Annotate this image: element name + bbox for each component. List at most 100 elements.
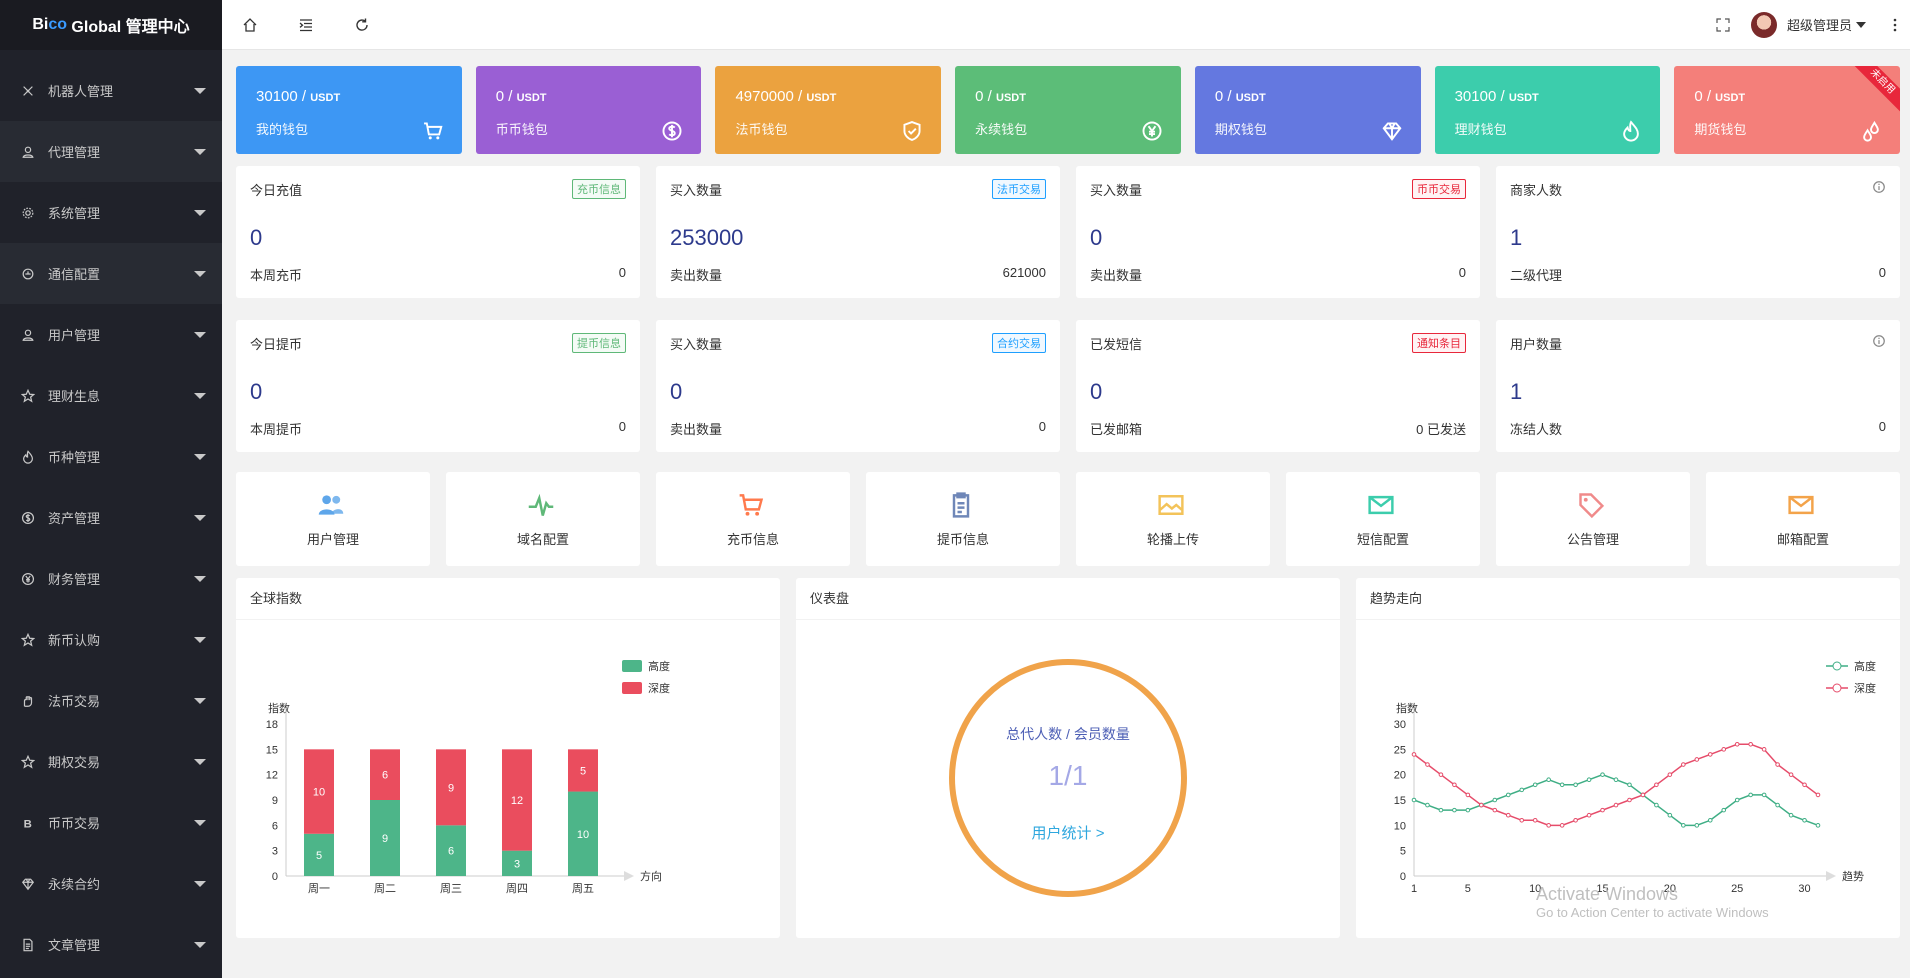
data-point[interactable] <box>1654 782 1659 788</box>
wallet-card[interactable]: 0 / USDT 永续钱包 <box>955 66 1181 154</box>
data-point[interactable] <box>1681 762 1686 767</box>
data-point[interactable] <box>1815 823 1821 828</box>
sidebar-item[interactable]: 期权交易 <box>0 731 222 792</box>
data-point[interactable] <box>1559 823 1565 828</box>
stat-badge[interactable]: 通知条目 <box>1412 333 1466 353</box>
sidebar-item[interactable]: 永续合约 <box>0 853 222 914</box>
data-point[interactable] <box>1775 762 1780 767</box>
data-point[interactable] <box>1600 772 1605 777</box>
data-point[interactable] <box>1775 802 1780 808</box>
data-point[interactable] <box>1600 807 1605 813</box>
series-line[interactable] <box>1413 743 1819 827</box>
data-point[interactable] <box>1573 817 1578 823</box>
data-point[interactable] <box>1802 817 1807 823</box>
data-point[interactable] <box>1452 807 1457 813</box>
stat-badge[interactable]: 合约交易 <box>992 333 1046 353</box>
wallet-card[interactable]: 0 / USDT 期货钱包 未启用 <box>1674 66 1901 154</box>
sidebar-item[interactable]: 代理管理 <box>0 121 222 182</box>
data-point[interactable] <box>1452 782 1457 788</box>
data-point[interactable] <box>1721 807 1727 813</box>
data-point[interactable] <box>1438 807 1444 813</box>
data-point[interactable] <box>1505 792 1511 798</box>
user-stats-link[interactable]: 用户统计 > <box>1032 822 1105 843</box>
sidebar-item[interactable]: 文章管理 <box>0 914 222 975</box>
refresh-button[interactable] <box>334 0 390 50</box>
sidebar-item[interactable]: 资产管理 <box>0 487 222 548</box>
data-point[interactable] <box>1654 802 1659 808</box>
sidebar-item[interactable]: 新币认购 <box>0 609 222 670</box>
data-point[interactable] <box>1492 807 1498 813</box>
data-point[interactable] <box>1761 792 1767 798</box>
data-point[interactable] <box>1411 797 1417 803</box>
avatar[interactable] <box>1750 11 1777 38</box>
fullscreen-button[interactable] <box>1695 0 1751 50</box>
data-point[interactable] <box>1721 747 1727 752</box>
data-point[interactable] <box>1492 797 1498 803</box>
data-point[interactable] <box>1667 772 1673 777</box>
data-point[interactable] <box>1734 797 1740 803</box>
data-point[interactable] <box>1761 747 1767 752</box>
stat-badge[interactable]: 提币信息 <box>572 333 626 353</box>
data-point[interactable] <box>1425 802 1430 808</box>
quick-entry[interactable]: 提币信息 <box>866 472 1060 566</box>
data-point[interactable] <box>1559 782 1565 788</box>
sidebar-item[interactable]: 用户管理 <box>0 304 222 365</box>
data-point[interactable] <box>1438 772 1444 777</box>
data-point[interactable] <box>1748 741 1753 747</box>
sidebar-item[interactable]: B 币币交易 <box>0 792 222 853</box>
data-point[interactable] <box>1788 772 1794 777</box>
data-point[interactable] <box>1627 797 1632 803</box>
sidebar-item[interactable]: 财务管理 <box>0 548 222 609</box>
data-point[interactable] <box>1546 823 1551 828</box>
quick-entry[interactable]: 用户管理 <box>236 472 430 566</box>
data-point[interactable] <box>1613 777 1619 783</box>
quick-entry[interactable]: 公告管理 <box>1496 472 1690 566</box>
sidebar-item[interactable]: 币种管理 <box>0 426 222 487</box>
data-point[interactable] <box>1546 777 1551 783</box>
data-point[interactable] <box>1573 782 1578 788</box>
data-point[interactable] <box>1802 782 1807 788</box>
data-point[interactable] <box>1479 802 1484 808</box>
data-point[interactable] <box>1707 752 1713 757</box>
data-point[interactable] <box>1465 792 1471 798</box>
data-point[interactable] <box>1694 757 1700 762</box>
quick-entry[interactable]: 邮箱配置 <box>1706 472 1900 566</box>
data-point[interactable] <box>1748 792 1753 798</box>
home-button[interactable] <box>222 0 278 50</box>
data-point[interactable] <box>1788 812 1794 818</box>
wallet-card[interactable]: 30100 / USDT 我的钱包 <box>236 66 462 154</box>
quick-entry[interactable]: 域名配置 <box>446 472 640 566</box>
stat-badge[interactable]: 币币交易 <box>1412 179 1466 199</box>
stat-badge[interactable]: 法币交易 <box>992 179 1046 199</box>
data-point[interactable] <box>1681 823 1686 828</box>
quick-entry[interactable]: 轮播上传 <box>1076 472 1270 566</box>
quick-entry[interactable]: 充币信息 <box>656 472 850 566</box>
data-point[interactable] <box>1586 777 1592 783</box>
legend-swatch[interactable] <box>622 682 642 694</box>
sidebar-item[interactable]: 理财生息 <box>0 365 222 426</box>
data-point[interactable] <box>1465 807 1471 813</box>
data-point[interactable] <box>1613 802 1619 808</box>
data-point[interactable] <box>1532 817 1538 823</box>
sidebar-item[interactable]: 法币交易 <box>0 670 222 731</box>
data-point[interactable] <box>1505 812 1511 818</box>
sidebar-item[interactable]: 系统管理 <box>0 182 222 243</box>
data-point[interactable] <box>1519 817 1525 823</box>
wallet-card[interactable]: 4970000 / USDT 法币钱包 <box>715 66 942 154</box>
data-point[interactable] <box>1627 782 1632 788</box>
quick-entry[interactable]: 短信配置 <box>1286 472 1480 566</box>
chevron-down-icon[interactable] <box>1856 21 1866 28</box>
collapse-menu-button[interactable] <box>278 0 334 50</box>
info-icon[interactable] <box>1872 180 1886 194</box>
data-point[interactable] <box>1425 762 1430 767</box>
data-point[interactable] <box>1411 752 1417 757</box>
data-point[interactable] <box>1707 817 1713 823</box>
data-point[interactable] <box>1815 792 1821 798</box>
data-point[interactable] <box>1734 741 1740 747</box>
logo[interactable]: Bi co Global 管理中心 <box>0 0 222 50</box>
username[interactable]: 超级管理员 <box>1787 15 1852 34</box>
wallet-card[interactable]: 0 / USDT 币币钱包 <box>475 66 702 154</box>
info-icon[interactable] <box>1872 334 1886 348</box>
data-point[interactable] <box>1532 782 1538 788</box>
data-point[interactable] <box>1640 792 1646 798</box>
